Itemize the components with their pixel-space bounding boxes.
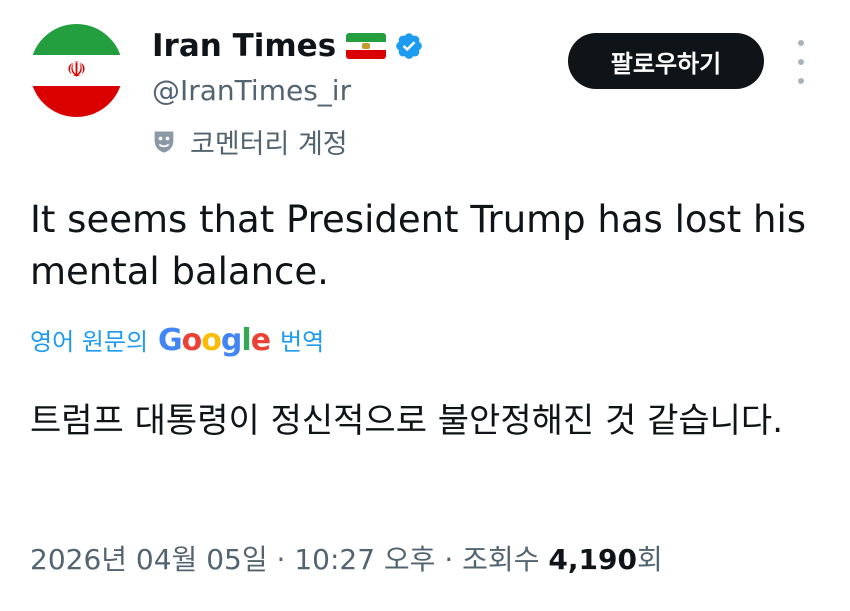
more-vertical-icon[interactable] (790, 40, 812, 84)
account-handle[interactable]: @IranTimes_ir (152, 74, 351, 107)
separator-dot: · (276, 543, 295, 576)
views-label: 조회수 (462, 543, 540, 576)
commentary-account-label: 코멘터리 계정 (150, 122, 348, 161)
tweet-date[interactable]: 2026년 04월 05일 (30, 543, 268, 576)
views-count: 4,190 (548, 543, 637, 576)
theater-mask-icon (154, 131, 174, 152)
iran-emblem-icon: ☫ (66, 57, 87, 83)
tweet-card: ☫ Iran Times @IranTimes_ir 코멘터리 계정 팔로우하기… (0, 0, 850, 611)
translate-suffix: 번역 (280, 328, 325, 356)
avatar-red-band (30, 86, 123, 117)
follow-button[interactable]: 팔로우하기 (568, 33, 764, 89)
separator-dot: · (444, 543, 463, 576)
translated-text: 트럼프 대통령이 정신적으로 불안정해진 것 같습니다. (30, 401, 784, 441)
tweet-meta: 2026년 04월 05일 · 10:27 오후 · 조회수 4,190회 (30, 538, 663, 578)
translation-attribution[interactable]: 영어 원문의 Google 번역 (30, 322, 324, 358)
tweet-time[interactable]: 10:27 오후 (294, 543, 435, 576)
avatar-green-band (30, 24, 123, 55)
iran-lion-and-sun-flag-icon (346, 33, 387, 59)
account-name-row: Iran Times (152, 28, 424, 64)
views-unit: 회 (636, 543, 663, 576)
display-name[interactable]: Iran Times (152, 28, 336, 64)
avatar-white-band: ☫ (30, 55, 123, 86)
google-logo: Google (158, 323, 271, 358)
avatar[interactable]: ☫ (30, 24, 123, 117)
account-label-text: 코멘터리 계정 (190, 129, 348, 160)
translate-prefix: 영어 원문의 (30, 328, 149, 356)
tweet-text: It seems that President Trump has lost h… (30, 198, 807, 293)
verified-badge-icon[interactable] (394, 31, 424, 61)
